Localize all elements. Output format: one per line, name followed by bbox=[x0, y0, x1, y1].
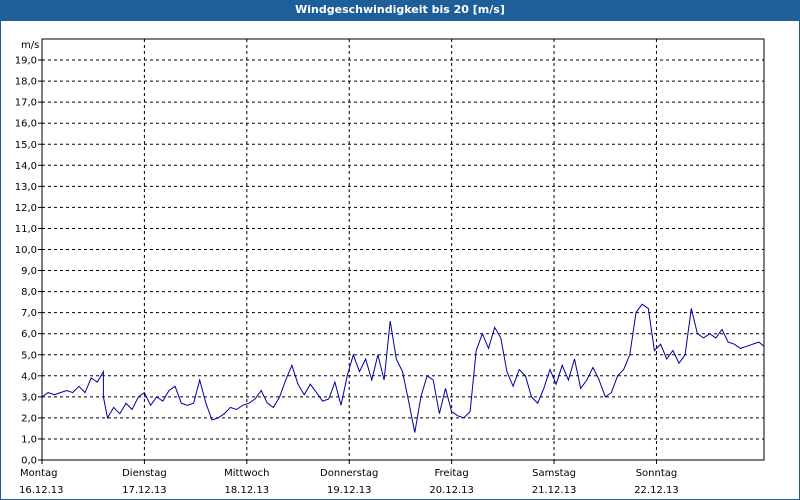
x-tick-day-label: Mittwoch bbox=[224, 468, 269, 479]
x-tick-date-label: 18.12.13 bbox=[225, 485, 270, 496]
x-tick-day-label: Montag bbox=[20, 468, 57, 479]
x-tick-day-label: Donnerstag bbox=[320, 468, 378, 479]
grid-lines bbox=[42, 39, 764, 460]
y-tick-label: 16,0 bbox=[15, 119, 37, 130]
wind-speed-chart: m/s 0,0 1,0 2,0 3,0 4,0 5,0 6,0 7,0 8,0 9,0 10,0 11… bbox=[15, 38, 765, 496]
x-tick-date-label: 21.12.13 bbox=[532, 485, 577, 496]
x-tick-date-label: 16.12.13 bbox=[19, 485, 64, 496]
y-tick-label: 7,0 bbox=[21, 308, 37, 319]
y-tick-label: 4,0 bbox=[21, 371, 37, 382]
y-tick-label: 15,0 bbox=[15, 140, 37, 151]
x-tick-date-label: 22.12.13 bbox=[634, 485, 679, 496]
y-tick-label: 6,0 bbox=[21, 329, 37, 340]
y-tick-label: 10,0 bbox=[15, 245, 37, 256]
y-tick-label: 0,0 bbox=[21, 456, 37, 467]
y-tick-label: 11,0 bbox=[15, 224, 37, 235]
y-tick-label: 18,0 bbox=[15, 77, 37, 88]
x-tick-date-label: 19.12.13 bbox=[327, 485, 372, 496]
y-axis-unit: m/s bbox=[21, 40, 39, 51]
y-tick-labels: 0,0 1,0 2,0 3,0 4,0 5,0 6,0 7,0 8,0 9,0 10,0 11,0 12… bbox=[15, 56, 42, 467]
y-tick-label: 14,0 bbox=[15, 161, 37, 172]
y-tick-label: 13,0 bbox=[15, 182, 37, 193]
y-tick-label: 12,0 bbox=[15, 203, 37, 214]
x-tick-date-label: 20.12.13 bbox=[429, 485, 474, 496]
x-tick-day-label: Dienstag bbox=[122, 468, 167, 479]
y-tick-label: 19,0 bbox=[15, 56, 37, 67]
x-tick-date-label: 17.12.13 bbox=[122, 485, 167, 496]
y-tick-label: 2,0 bbox=[21, 413, 37, 424]
y-tick-label: 3,0 bbox=[21, 392, 37, 403]
y-tick-label: 9,0 bbox=[21, 266, 37, 277]
x-tick-day-label: Sonntag bbox=[636, 468, 678, 479]
y-tick-label: 5,0 bbox=[21, 350, 37, 361]
x-tick-labels: Montag 16.12.13 Dienstag 17.12.13 Mittwoch 18… bbox=[19, 460, 679, 496]
y-tick-label: 1,0 bbox=[21, 434, 37, 445]
y-tick-label: 17,0 bbox=[15, 98, 37, 109]
x-tick-day-label: Samstag bbox=[532, 468, 576, 479]
y-tick-label: 8,0 bbox=[21, 287, 37, 298]
x-tick-day-label: Freitag bbox=[435, 468, 469, 479]
